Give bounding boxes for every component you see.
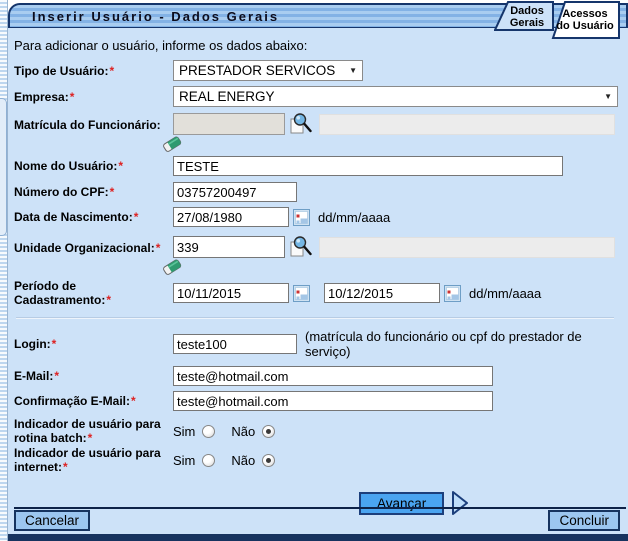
footer-divider [14,507,626,509]
unidade-input[interactable] [173,236,285,258]
unidade-search-icon[interactable] [289,235,313,259]
email-label: E-Mail:* [14,369,173,383]
tipo-usuario-value: PRESTADOR SERVICOS [179,63,335,78]
nascimento-input[interactable] [173,207,289,227]
internet-nao-radio[interactable] [262,454,275,467]
empresa-select[interactable]: REAL ENERGY ▼ [173,86,618,107]
batch-nao-label: Não [231,424,255,439]
cancelar-button[interactable]: Cancelar [14,510,90,531]
matricula-label: Matrícula do Funcionário: [14,112,173,132]
periodo-format-hint: dd/mm/aaaa [469,286,541,301]
nascimento-label: Data de Nascimento:* [14,210,173,224]
arrow-right-icon[interactable] [450,490,470,516]
periodo-fim-calendar-icon[interactable] [444,285,461,302]
internet-sim-radio[interactable] [202,454,215,467]
app-window: Inserir Usuário - Dados Gerais Dados Ger… [0,0,628,541]
tipo-usuario-select[interactable]: PRESTADOR SERVICOS ▼ [173,60,363,81]
bottom-border-bar [8,534,628,541]
login-hint: (matrícula do funcionário ou cpf do pres… [305,329,622,359]
page-title: Inserir Usuário - Dados Gerais [10,9,279,24]
tab-acessos-do-usuario[interactable]: Acessos do Usuário [554,8,616,32]
nome-label: Nome do Usuário:* [14,159,173,173]
login-input[interactable] [173,334,297,354]
batch-sim-radio[interactable] [202,425,215,438]
periodo-inicio-calendar-icon[interactable] [293,285,310,302]
concluir-button[interactable]: Concluir [548,510,620,531]
internet-sim-label: Sim [173,453,195,468]
matricula-description-field [319,114,615,135]
periodo-label: Período de Cadastramento:* [14,279,173,307]
matricula-input [173,113,285,135]
nascimento-format-hint: dd/mm/aaaa [318,210,390,225]
periodo-inicio-input[interactable] [173,283,289,303]
unidade-description-field [319,237,615,258]
nome-input[interactable] [173,156,563,176]
chevron-down-icon: ▼ [349,66,357,75]
tab-dados-gerais[interactable]: Dados Gerais [502,5,552,29]
chevron-down-icon: ▼ [604,92,612,101]
unidade-clear-eraser-icon[interactable] [161,257,183,277]
tab-dados-gerais-line2: Gerais [502,17,552,29]
tipo-usuario-label: Tipo de Usuário:* [14,64,173,78]
empresa-label: Empresa:* [14,90,173,104]
email-confirm-input[interactable] [173,391,493,411]
cpf-input[interactable] [173,182,297,202]
tab-acessos-line2: do Usuário [554,20,616,32]
avancar-button[interactable]: Avançar [359,492,444,515]
email-confirm-label: Confirmação E-Mail:* [14,394,173,408]
tab-dados-gerais-line1: Dados [502,5,552,17]
batch-nao-radio[interactable] [262,425,275,438]
empresa-value: REAL ENERGY [179,89,275,104]
user-form: Para adicionar o usuário, informe os dad… [8,30,628,516]
left-frame-rail [0,0,8,541]
frame-splitter-handle[interactable] [0,98,7,236]
matricula-search-icon[interactable] [289,112,313,136]
unidade-label: Unidade Organizacional:* [14,235,173,255]
batch-sim-label: Sim [173,424,195,439]
internet-nao-label: Não [231,453,255,468]
nascimento-calendar-icon[interactable] [293,209,310,226]
matricula-clear-eraser-icon[interactable] [161,134,183,154]
tab-bar: Dados Gerais Acessos do Usuário [494,1,620,41]
batch-label: Indicador de usuário para rotina batch:* [14,417,173,445]
tab-acessos-line1: Acessos [554,8,616,20]
periodo-fim-input[interactable] [324,283,440,303]
login-label: Login:* [14,337,173,351]
section-divider [16,317,614,319]
internet-label: Indicador de usuário para internet:* [14,446,173,474]
email-input[interactable] [173,366,493,386]
cpf-label: Número do CPF:* [14,185,173,199]
